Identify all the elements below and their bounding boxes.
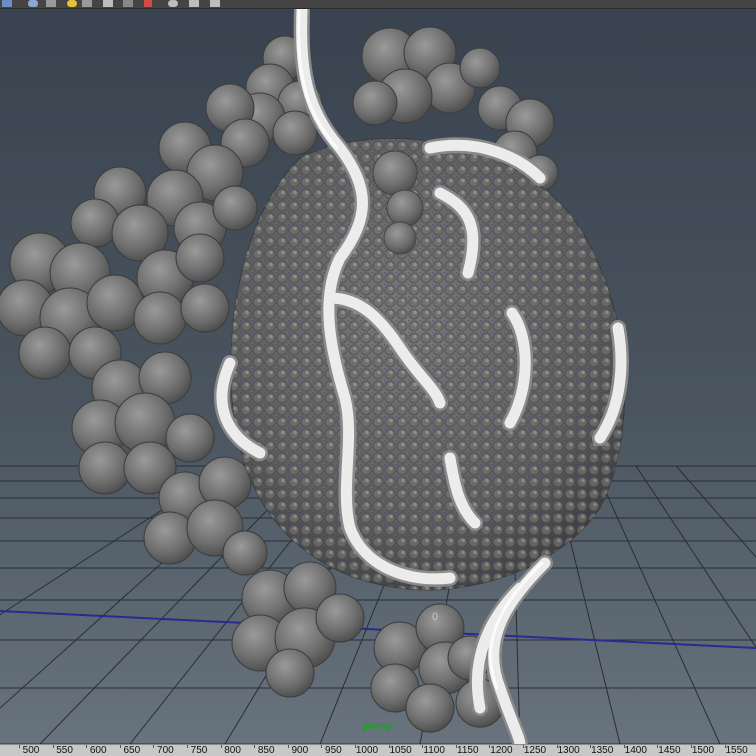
timeline-tick-mark: [254, 745, 256, 748]
timeline-tick-mark: [187, 745, 188, 748]
timeline-tick-label: 600: [89, 745, 107, 756]
lasso-tool-icon[interactable]: [28, 0, 38, 7]
timeline-tick-mark: [52, 745, 54, 748]
viewport-canvas[interactable]: 0: [0, 8, 756, 744]
show-manipulator-icon[interactable]: [168, 0, 178, 7]
timeline-tick-label: 950: [325, 745, 342, 756]
timeline-tick-label: 1200: [490, 745, 513, 756]
timeline-tick-label: 1300: [557, 745, 580, 756]
timeline-tick-mark: [287, 745, 289, 748]
timeline-tick-label: 1500: [691, 745, 715, 756]
soft-mod-icon[interactable]: [144, 0, 152, 7]
manipulator-icon[interactable]: [123, 0, 133, 7]
status-toolbar: [0, 0, 756, 9]
history-icon[interactable]: [210, 0, 220, 7]
rotate-tool-icon[interactable]: [82, 0, 92, 7]
timeline-tick-mark: [153, 745, 155, 748]
timeline-tick-label: 700: [157, 745, 174, 756]
select-tool-icon[interactable]: [2, 0, 12, 7]
last-tool-icon[interactable]: [189, 0, 199, 7]
timeline-tick-label: 500: [22, 745, 40, 756]
timeline-tick-label: 850: [257, 745, 275, 756]
timeline-tick-label: 1400: [624, 745, 647, 756]
maya-app: 0 persp 500 550 600 650 700 750 800 850 900 950 10…: [0, 0, 756, 756]
timeline-tick-label: 900: [291, 745, 309, 756]
timeline-tick-mark: [86, 745, 88, 748]
timeline-tick-label: 1550: [725, 745, 748, 756]
timeline-tick-label: 800: [224, 745, 241, 756]
timeline-tick-mark: [119, 745, 121, 748]
timeline-tick-label: 750: [190, 745, 208, 756]
timeline-tick-label: 1000: [355, 745, 379, 756]
timeline-tick-label: 1150: [457, 745, 479, 756]
timeline-tick-label: 650: [123, 745, 141, 756]
timeline-tick-label: 1100: [423, 745, 445, 756]
timeline-tick-label: 1250: [523, 745, 547, 756]
move-tool-icon[interactable]: [67, 0, 77, 7]
timeline-tick-label: 1050: [389, 745, 412, 756]
timeline-tick-label: 1450: [658, 745, 681, 756]
grid-origin-label: 0: [432, 611, 438, 623]
camera-label: persp: [363, 720, 393, 732]
timeline-tick-mark: [220, 745, 222, 748]
time-slider[interactable]: 500 550 600 650 700 750 800 850 900 950 1000 1050 11…: [0, 744, 756, 756]
timeline-tick-label: 550: [56, 745, 73, 756]
scale-tool-icon[interactable]: [103, 0, 113, 7]
paint-tool-icon[interactable]: [46, 0, 56, 7]
perspective-viewport[interactable]: 0: [0, 8, 756, 744]
timeline-tick-mark: [321, 745, 323, 748]
timeline-tick-mark: [19, 745, 20, 748]
timeline-tick-label: 1350: [591, 745, 614, 756]
